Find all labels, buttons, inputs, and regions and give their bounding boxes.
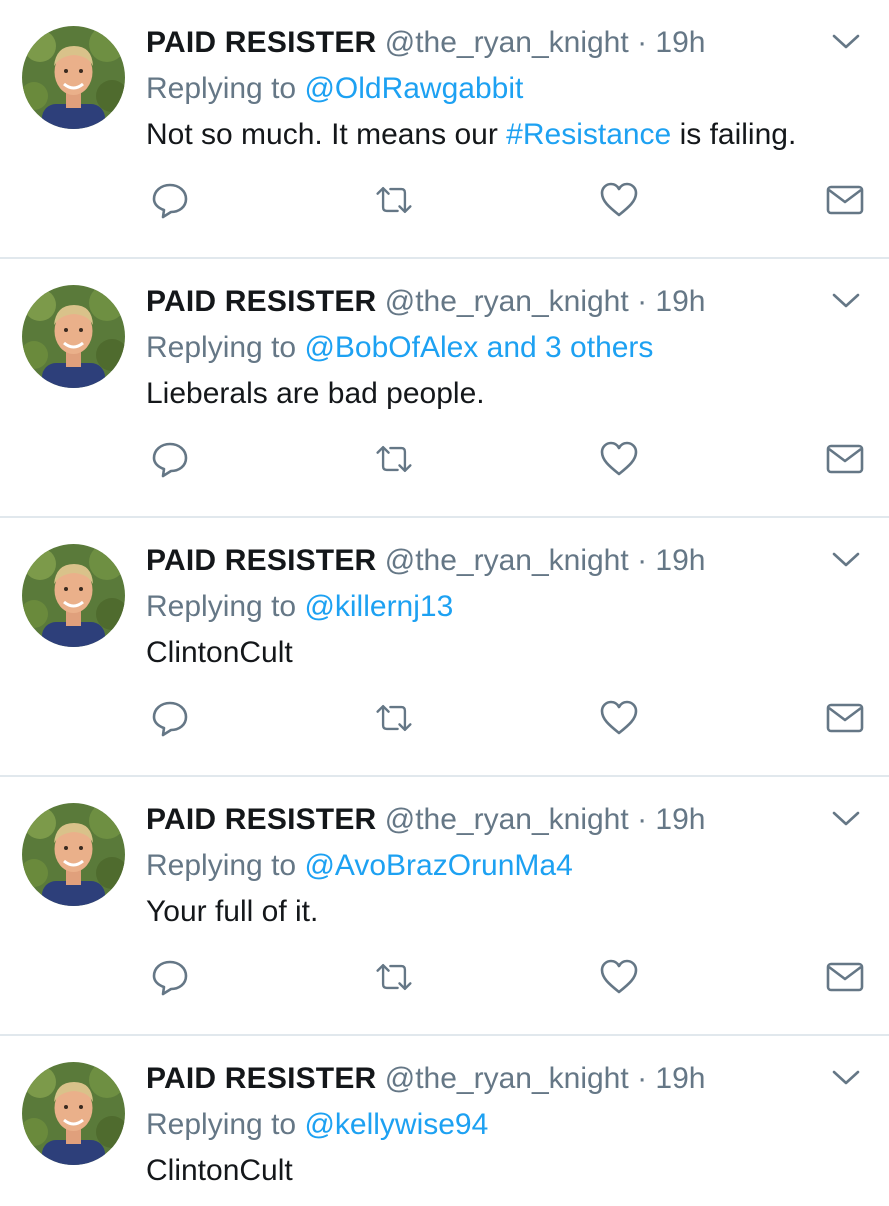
tweet-header: PAID RESISTER @the_ryan_knight · 19h <box>146 24 705 62</box>
tweet-header: PAID RESISTER @the_ryan_knight · 19h <box>146 1060 705 1098</box>
tweet-actions <box>0 180 889 220</box>
replying-to: Replying to @killernj13 <box>146 588 453 626</box>
tweet[interactable]: PAID RESISTER @the_ryan_knight · 19h Rep… <box>0 777 889 1036</box>
reply-bubble-icon[interactable] <box>150 698 190 738</box>
retweet-icon[interactable] <box>374 957 414 997</box>
hashtag-link[interactable]: #Resistance <box>506 118 671 151</box>
replying-to: Replying to @BobOfAlex and 3 others <box>146 329 653 367</box>
replying-to-label: Replying to <box>146 1108 297 1141</box>
separator-dot: · <box>637 26 648 59</box>
avatar-image <box>22 544 125 647</box>
tweet-text: Your full of it. <box>146 895 319 928</box>
heart-icon[interactable] <box>599 957 639 997</box>
reply-mention-link[interactable]: @BobOfAlex and 3 others <box>304 331 653 364</box>
separator-dot: · <box>637 803 648 836</box>
retweet-icon[interactable] <box>374 439 414 479</box>
envelope-icon[interactable] <box>825 439 865 479</box>
display-name[interactable]: PAID RESISTER <box>146 285 376 318</box>
tweet-actions <box>0 957 889 997</box>
tweet-text: ClintonCult <box>146 636 293 669</box>
chevron-down-icon[interactable] <box>831 550 861 570</box>
tweet-header: PAID RESISTER @the_ryan_knight · 19h <box>146 542 705 580</box>
user-handle[interactable]: @the_ryan_knight <box>385 285 629 318</box>
tweet-text: Lieberals are bad people. <box>146 377 485 410</box>
chevron-down-icon[interactable] <box>831 291 861 311</box>
chevron-down-icon[interactable] <box>831 1068 861 1088</box>
avatar[interactable] <box>22 26 125 129</box>
avatar-image <box>22 803 125 906</box>
display-name[interactable]: PAID RESISTER <box>146 544 376 577</box>
tweet[interactable]: PAID RESISTER @the_ryan_knight · 19h Rep… <box>0 259 889 518</box>
separator-dot: · <box>637 544 648 577</box>
tweet-actions <box>0 439 889 479</box>
tweet-feed: PAID RESISTER @the_ryan_knight · 19h Rep… <box>0 0 889 1206</box>
retweet-icon[interactable] <box>374 698 414 738</box>
replying-to: Replying to @kellywise94 <box>146 1106 488 1144</box>
envelope-icon[interactable] <box>825 180 865 220</box>
timestamp[interactable]: 19h <box>655 544 705 577</box>
tweet-text-start: Not so much. It means our <box>146 118 507 151</box>
tweet-header: PAID RESISTER @the_ryan_knight · 19h <box>146 801 705 839</box>
replying-to: Replying to @OldRawgabbit <box>146 70 523 108</box>
tweet-actions <box>0 698 889 738</box>
chevron-down-icon[interactable] <box>831 32 861 52</box>
tweet[interactable]: PAID RESISTER @the_ryan_knight · 19h Rep… <box>0 518 889 777</box>
avatar[interactable] <box>22 285 125 388</box>
replying-to-label: Replying to <box>146 849 297 882</box>
reply-mention-link[interactable]: @OldRawgabbit <box>304 72 523 105</box>
envelope-icon[interactable] <box>825 698 865 738</box>
replying-to-label: Replying to <box>146 590 297 623</box>
timestamp[interactable]: 19h <box>655 285 705 318</box>
replying-to-label: Replying to <box>146 72 297 105</box>
heart-icon[interactable] <box>599 439 639 479</box>
tweet-text: Not so much. It means our #Resistance is… <box>146 116 796 154</box>
display-name[interactable]: PAID RESISTER <box>146 26 376 59</box>
replying-to-label: Replying to <box>146 331 297 364</box>
heart-icon[interactable] <box>599 180 639 220</box>
reply-bubble-icon[interactable] <box>150 957 190 997</box>
avatar[interactable] <box>22 1062 125 1165</box>
reply-bubble-icon[interactable] <box>150 439 190 479</box>
reply-bubble-icon[interactable] <box>150 180 190 220</box>
user-handle[interactable]: @the_ryan_knight <box>385 26 629 59</box>
user-handle[interactable]: @the_ryan_knight <box>385 1062 629 1095</box>
reply-mention-link[interactable]: @killernj13 <box>304 590 453 623</box>
timestamp[interactable]: 19h <box>655 1062 705 1095</box>
retweet-icon[interactable] <box>374 180 414 220</box>
tweet-header: PAID RESISTER @the_ryan_knight · 19h <box>146 283 705 321</box>
tweet[interactable]: PAID RESISTER @the_ryan_knight · 19h Rep… <box>0 1036 889 1206</box>
heart-icon[interactable] <box>599 698 639 738</box>
reply-mention-link[interactable]: @AvoBrazOrunMa4 <box>304 849 572 882</box>
chevron-down-icon[interactable] <box>831 809 861 829</box>
avatar[interactable] <box>22 544 125 647</box>
reply-mention-link[interactable]: @kellywise94 <box>304 1108 488 1141</box>
separator-dot: · <box>637 285 648 318</box>
avatar-image <box>22 1062 125 1165</box>
envelope-icon[interactable] <box>825 957 865 997</box>
replying-to: Replying to @AvoBrazOrunMa4 <box>146 847 573 885</box>
timestamp[interactable]: 19h <box>655 803 705 836</box>
separator-dot: · <box>637 1062 648 1095</box>
user-handle[interactable]: @the_ryan_knight <box>385 803 629 836</box>
display-name[interactable]: PAID RESISTER <box>146 803 376 836</box>
display-name[interactable]: PAID RESISTER <box>146 1062 376 1095</box>
tweet-text: ClintonCult <box>146 1154 293 1187</box>
user-handle[interactable]: @the_ryan_knight <box>385 544 629 577</box>
tweet-text-end: is failing. <box>671 118 797 151</box>
avatar-image <box>22 26 125 129</box>
timestamp[interactable]: 19h <box>655 26 705 59</box>
tweet[interactable]: PAID RESISTER @the_ryan_knight · 19h Rep… <box>0 0 889 259</box>
avatar-image <box>22 285 125 388</box>
avatar[interactable] <box>22 803 125 906</box>
